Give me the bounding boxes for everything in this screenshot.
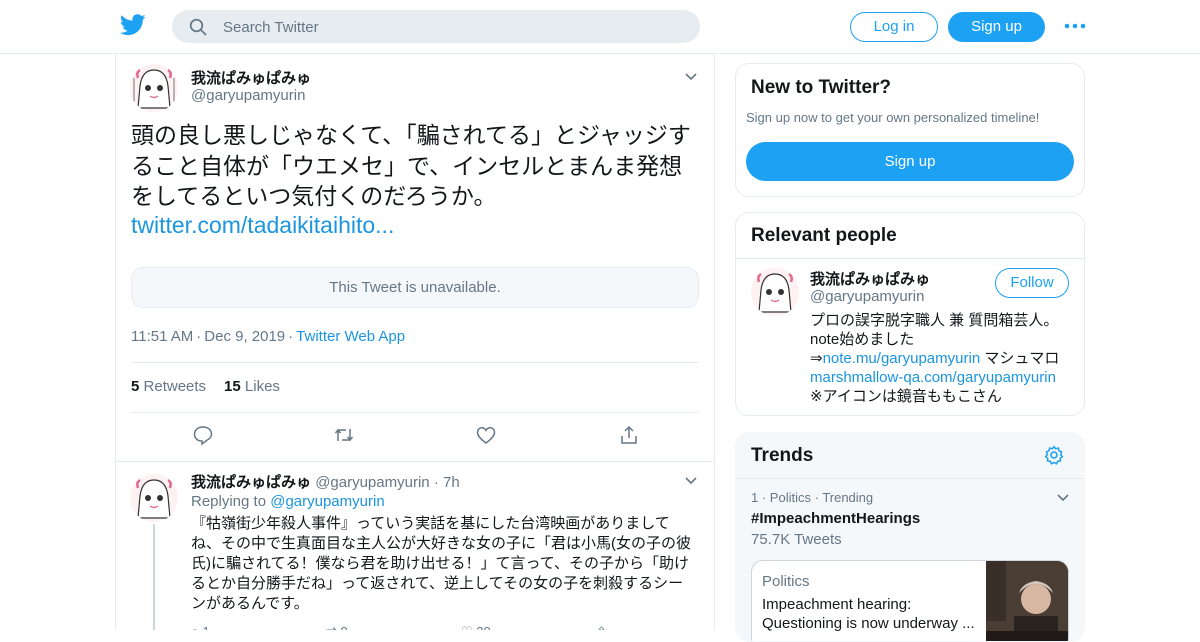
login-button[interactable]: Log in <box>850 12 938 42</box>
share-icon[interactable] <box>618 424 640 446</box>
divider <box>131 362 699 363</box>
avatar-illustration <box>130 474 178 522</box>
divider <box>131 412 699 413</box>
bio-arrow: ⇒ <box>810 350 823 367</box>
person-handle[interactable]: @garyupamyurin <box>810 288 924 305</box>
twitter-bird-icon[interactable] <box>120 14 146 36</box>
reply-icon[interactable]: ○ 1 <box>191 624 210 630</box>
person-bio: プロの誤字脱字職人 兼 質問箱芸人。 note始めました ⇒note.mu/ga… <box>810 311 1072 406</box>
retweet-icon[interactable]: ⇄ 8 <box>326 624 348 630</box>
divider <box>736 478 1084 479</box>
like-count: 30 <box>476 624 490 630</box>
avatar[interactable] <box>751 268 799 316</box>
card-title: Relevant people <box>751 225 897 246</box>
likes-stat[interactable]: 15 Likes <box>224 378 280 395</box>
avatar-illustration <box>130 64 178 112</box>
signup-button[interactable]: Sign up <box>746 142 1074 181</box>
likes-count: 15 <box>224 378 241 395</box>
retweet-count: 8 <box>341 624 348 630</box>
divider <box>116 461 714 462</box>
trends-card: Trends 1 · Politics · Trending #Impeachm… <box>735 432 1085 642</box>
share-icon[interactable]: ⇧ <box>596 624 607 630</box>
tweet-source[interactable]: Twitter Web App <box>296 328 405 345</box>
retweet-icon[interactable] <box>333 424 355 446</box>
meta-separator: · <box>433 474 439 491</box>
reply-icon[interactable] <box>192 424 214 446</box>
more-dots-icon[interactable] <box>1064 20 1086 32</box>
bio-line: プロの誤字脱字職人 兼 質問箱芸人。 <box>810 312 1059 329</box>
bio-line: marshmallow-qa.com/garyupamyurin <box>810 368 1072 387</box>
thread-line <box>153 524 155 630</box>
avatar-illustration <box>751 268 799 316</box>
news-headline: Impeachment hearing: Questioning is now … <box>762 596 975 632</box>
main-column: 我流ぱみゅぱみゅ @garyupamyurin 頭の良し悪しじゃなくて、「騙され… <box>115 54 715 630</box>
trend-category: Politics <box>769 490 811 505</box>
tweet-meta: 11:51 AM · Dec 9, 2019 · Twitter Web App <box>131 328 405 345</box>
meta-separator: · <box>196 328 202 345</box>
signup-button[interactable]: Sign up <box>948 12 1045 42</box>
tweet-time[interactable]: 11:51 AM <box>131 328 193 345</box>
bio-text: マシュマロ <box>980 350 1060 367</box>
heart-icon[interactable] <box>475 424 497 446</box>
bio-link-marshmallow[interactable]: marshmallow-qa.com/garyupamyurin <box>810 369 1056 386</box>
replying-to-link[interactable]: @garyupamyurin <box>270 493 384 510</box>
replying-prefix: Replying to <box>191 493 267 510</box>
trend-name[interactable]: #ImpeachmentHearings <box>751 510 920 527</box>
reply-actions: ○ 1 ⇄ 8 ♡ 30 ⇧ <box>191 624 691 630</box>
trend-rank: 1 <box>751 490 759 505</box>
tweet-link[interactable]: twitter.com/tadaikitaihito... <box>131 212 394 239</box>
replying-to: Replying to @garyupamyurin <box>191 493 385 510</box>
retweets-count: 5 <box>131 378 140 395</box>
search-input[interactable] <box>223 16 683 38</box>
trend-status: Trending <box>822 490 874 505</box>
card-title: New to Twitter? <box>751 77 892 98</box>
chevron-down-icon[interactable] <box>1056 493 1070 503</box>
retweets-label: Retweets <box>143 378 207 395</box>
tweet-date[interactable]: Dec 9, 2019 <box>204 328 285 345</box>
author-name[interactable]: 我流ぱみゅぱみゅ <box>191 474 311 491</box>
new-to-twitter-card: New to Twitter? Sign up now to get your … <box>735 63 1085 197</box>
card-subtitle: Sign up now to get your own personalized… <box>746 110 1040 125</box>
card-title: Trends <box>751 445 814 466</box>
chevron-down-icon[interactable] <box>684 476 698 486</box>
retweets-stat[interactable]: 5 Retweets <box>131 378 206 395</box>
bio-line: note始めました <box>810 331 915 348</box>
unavailable-quote: This Tweet is unavailable. <box>131 267 699 308</box>
meta-separator: · <box>288 328 294 345</box>
news-category: Politics <box>762 573 810 590</box>
trend-count: 75.7K Tweets <box>751 531 842 548</box>
tweet-stats: 5 Retweets 15 Likes <box>131 378 280 395</box>
reply-age[interactable]: 7h <box>443 474 460 491</box>
heart-icon[interactable]: ♡ 30 <box>461 624 491 630</box>
person-name[interactable]: 我流ぱみゅぱみゅ <box>810 268 930 289</box>
avatar[interactable] <box>130 64 178 112</box>
bio-line: ⇒note.mu/garyupamyurin マシュマロ <box>810 349 1072 368</box>
author-handle[interactable]: @garyupamyurin <box>191 87 305 104</box>
reply-count: 1 <box>202 624 209 630</box>
search-icon <box>189 18 207 36</box>
avatar[interactable] <box>130 474 178 522</box>
top-bar: Log in Sign up <box>0 0 1200 54</box>
author-name[interactable]: 我流ぱみゅぱみゅ <box>191 67 311 88</box>
tweet-actions <box>116 424 714 454</box>
reply-header: 我流ぱみゅぱみゅ @garyupamyurin · 7h <box>191 471 460 492</box>
search-box[interactable] <box>172 10 700 43</box>
tweet-text: 頭の良し悪しじゃなくて、「騙されてる」とジャッジすること自体が「ウエメセ」で、イ… <box>131 122 691 209</box>
author-handle[interactable]: @garyupamyurin <box>315 474 429 491</box>
gear-icon[interactable] <box>1044 445 1064 465</box>
relevant-people-card: Relevant people 我流ぱみゅぱみゅ @garyupamyurin … <box>735 212 1085 416</box>
trend-meta: 1 · Politics · Trending <box>751 490 874 505</box>
reply-text: 『牯嶺街少年殺人事件』っていう実話を基にした台湾映画がありましてね、その中で生真… <box>191 515 691 612</box>
bio-link-note[interactable]: note.mu/garyupamyurin <box>823 350 981 367</box>
likes-label: Likes <box>244 378 280 395</box>
divider <box>736 258 1084 259</box>
chevron-down-icon[interactable] <box>684 72 698 82</box>
follow-button[interactable]: Follow <box>995 268 1069 298</box>
bio-line: ※アイコンは鏡音ももこさん <box>810 388 1002 405</box>
